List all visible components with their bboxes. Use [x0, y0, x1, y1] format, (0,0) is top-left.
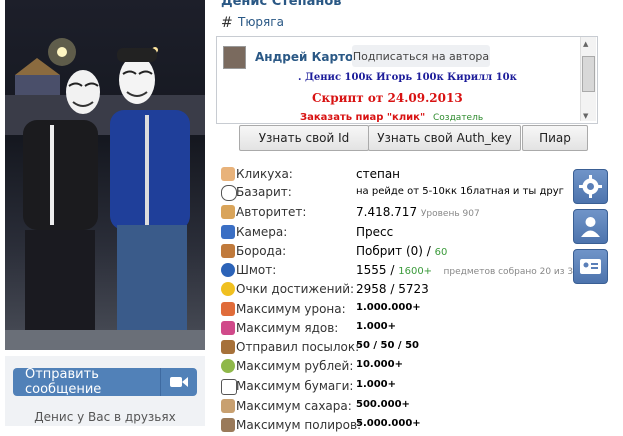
stat-label: Отправил посылок:	[236, 340, 360, 354]
gear-value: 1555 /	[356, 263, 395, 277]
stat-value: степан	[356, 167, 401, 181]
parcel-icon	[221, 340, 235, 354]
page-owner-name[interactable]: Денис Степанов	[221, 0, 342, 9]
script-date-text: Скрипт от 24.09.2013	[312, 91, 463, 105]
stat-label: Камера:	[236, 225, 288, 239]
stat-label: Авторитет:	[236, 205, 307, 219]
stat-label: Борода:	[236, 244, 287, 258]
post-text-line: . Денис 100к Игорь 100к Кирилл 10к	[298, 72, 517, 83]
stat-row-max-sugar: Максимум сахара: 500.000+	[221, 398, 581, 417]
gear-orb-icon	[221, 263, 235, 277]
stat-value: 2958 / 5723	[356, 282, 429, 296]
stat-row-max-rubles: Максимум рублей: 10.000+	[221, 358, 581, 377]
stat-label: Базарит:	[236, 185, 292, 199]
stat-value: 7.418.717 Уровень 907	[356, 205, 480, 219]
beard-face-icon	[221, 244, 235, 258]
author-name[interactable]: Андрей Картон	[255, 50, 362, 64]
stat-value: 1.000+	[356, 321, 397, 332]
get-auth-key-button[interactable]: Узнать свой Auth_key	[368, 125, 521, 151]
house-icon	[221, 225, 235, 239]
stat-row-gear: Шмот: 1555 / 1600+ предметов собрано 20 …	[221, 262, 581, 281]
stat-row-parcels: Отправил посылок: 50 / 50 / 50	[221, 339, 581, 358]
subscribe-author-button[interactable]: Подписаться на автора	[352, 45, 490, 67]
group-link[interactable]: Тюряга	[238, 15, 284, 29]
profile-card-button[interactable]	[573, 249, 608, 284]
hand-icon	[221, 205, 235, 219]
profile-photo-image	[5, 38, 205, 350]
stat-label: Максимум рублей:	[236, 359, 354, 373]
stat-label: Шмот:	[236, 263, 277, 277]
stat-row-achievements: Очки достижений: 2958 / 5723	[221, 281, 581, 300]
scroll-up-icon[interactable]: ▲	[583, 40, 588, 48]
paper-icon	[221, 379, 237, 395]
send-message-label: Отправить сообщение	[25, 367, 102, 397]
speech-bubble-icon	[221, 185, 237, 201]
user-icon	[581, 217, 600, 237]
stat-row-beard: Борода: Побрит (0) / 60	[221, 243, 581, 262]
stat-label: Максимум ядов:	[236, 321, 339, 335]
stat-value: 5.000.000+	[356, 418, 421, 429]
stat-row-cell: Камера: Пресс	[221, 224, 581, 243]
poison-icon	[221, 321, 235, 335]
stat-value: 50 / 50 / 50	[356, 340, 419, 351]
stat-value: 1.000.000+	[356, 302, 421, 313]
author-avatar[interactable]	[223, 46, 246, 69]
stat-label: Очки достижений:	[236, 282, 355, 296]
order-pr-link[interactable]: Заказать пиар "клик"	[300, 112, 425, 123]
stat-label: Максимум бумаги:	[236, 379, 354, 393]
stat-value: 1.000+	[356, 379, 397, 390]
friends-button[interactable]	[573, 209, 608, 244]
stat-row-max-polish: Максимум полиров: 5.000.000+	[221, 417, 581, 436]
stat-row-authority: Авторитет: 7.418.717 Уровень 907	[221, 204, 581, 223]
stat-value: 10.000+	[356, 359, 403, 370]
authority-value: 7.418.717	[356, 205, 418, 219]
profile-photo[interactable]	[5, 0, 205, 350]
id-card-icon	[580, 259, 601, 274]
stat-value: на рейде от 5-10кк 1блатная и ты друг	[356, 186, 564, 197]
stat-row-max-poison: Максимум ядов: 1.000+	[221, 320, 581, 339]
items-collected: предметов собрано 20 из 33	[443, 267, 579, 277]
get-id-button[interactable]: Узнать свой Id	[239, 125, 369, 151]
stat-label: Максимум полиров:	[236, 418, 362, 432]
scroll-thumb[interactable]	[582, 56, 595, 92]
friends-status: Денис у Вас в друзьях	[34, 410, 176, 424]
send-message-button[interactable]: Отправить сообщение	[13, 367, 197, 397]
sun-icon	[221, 282, 235, 296]
settings-button[interactable]	[573, 169, 608, 204]
video-call-icon[interactable]	[161, 376, 197, 388]
polish-icon	[221, 418, 235, 432]
face-icon	[221, 167, 235, 181]
stat-row-max-damage: Максимум урона: 1.000.000+	[221, 301, 581, 320]
creator-link[interactable]: Создатель	[433, 113, 483, 123]
gear-icon	[579, 175, 602, 198]
stat-label: Кликуха:	[236, 167, 293, 181]
scroll-down-icon[interactable]: ▼	[583, 112, 588, 120]
stat-label: Максимум сахара:	[236, 399, 352, 413]
stat-label: Максимум урона:	[236, 302, 346, 316]
coin-icon	[221, 359, 235, 373]
stat-value: Пресс	[356, 225, 394, 239]
stat-value: 1555 / 1600+ предметов собрано 20 из 33	[356, 263, 579, 277]
beard-value: Побрит (0) /	[356, 244, 431, 258]
hashtag-icon: #	[221, 15, 233, 31]
stat-row-nickname: Кликуха: степан	[221, 166, 581, 185]
stat-value: 500.000+	[356, 399, 410, 410]
level-text: Уровень 907	[420, 209, 480, 219]
beard-max: 60	[434, 247, 448, 258]
stat-row-max-paper: Максимум бумаги: 1.000+	[221, 378, 581, 397]
stat-row-talk: Базарит: на рейде от 5-10кк 1блатная и т…	[221, 184, 581, 203]
sugar-icon	[221, 399, 235, 413]
pr-button[interactable]: Пиар	[522, 125, 588, 151]
gear-max: 1600+	[398, 266, 433, 277]
fist-icon	[221, 302, 235, 316]
stat-value: Побрит (0) / 60	[356, 244, 447, 258]
